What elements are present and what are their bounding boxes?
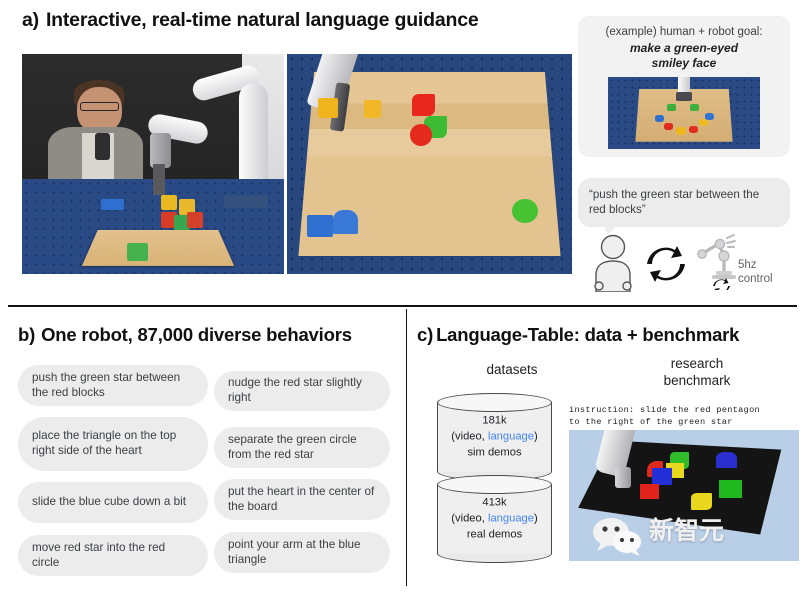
dataset-real-count: 413k <box>482 496 507 509</box>
robot-base <box>223 194 269 208</box>
sim-block-yellow-star <box>690 492 712 510</box>
dataset-sim-kind: sim demos <box>467 447 522 460</box>
dataset-cylinder-real: 413k (video, language) real demos <box>437 475 552 563</box>
example-goal-line1: make a green-eyed <box>629 41 739 55</box>
research-benchmark-line1: research <box>670 356 724 371</box>
benchmark-instruction-text: instruction: slide the red pentagon to t… <box>569 404 799 429</box>
goal-mouth-red-right <box>688 125 698 134</box>
robot-board-topdown-photo <box>287 54 572 274</box>
cylinder-top <box>437 393 552 412</box>
goal-mouth-blue-left <box>655 115 665 123</box>
dataset-sim-text: 181k (video, language) sim demos <box>437 413 552 462</box>
behavior-bubble: separate the green circle from the red s… <box>214 427 390 468</box>
block-yellow-right <box>363 100 382 118</box>
cycle-arrows-icon <box>644 243 688 290</box>
block-yellow <box>160 194 177 211</box>
control-rate-label: 5hz control <box>738 258 773 287</box>
dataset-sim-modalities-suffix: ) <box>534 430 538 443</box>
goal-mouth-blue-right <box>705 113 715 121</box>
section-a-title-text: Interactive, real-time natural language … <box>45 9 479 31</box>
example-goal-line2: smiley face <box>651 56 717 70</box>
control-rate-word: control <box>738 273 773 286</box>
sim-block-blue <box>651 467 673 485</box>
example-goal-prefix: (example) human + robot goal: <box>605 26 763 38</box>
section-a-index: a) <box>22 9 39 31</box>
person-glasses <box>79 102 119 112</box>
dataset-real-text: 413k (video, language) real demos <box>437 495 552 544</box>
block-red-star <box>412 93 436 116</box>
dataset-cylinder-sim: 181k (video, language) sim demos <box>437 393 552 481</box>
behavior-bubble: nudge the red star slightly right <box>214 371 390 411</box>
dataset-real-modalities-suffix: ) <box>534 512 538 525</box>
sim-block-blue-right <box>716 452 737 468</box>
block-blue <box>100 199 125 211</box>
research-benchmark-label: research benchmark <box>602 355 792 390</box>
dataset-sim-language-word: language <box>487 430 534 443</box>
example-goal-card: (example) human + robot goal: make a gre… <box>578 16 790 157</box>
goal-robot-gripper <box>676 92 692 101</box>
block-green-circle <box>512 199 538 224</box>
block-green-2 <box>126 243 148 261</box>
robot-instruction-bubble: “push the green star between the red blo… <box>578 178 790 228</box>
dataset-sim-count: 181k <box>482 414 507 427</box>
block-yellow-left <box>318 98 339 118</box>
behavior-bubble-list: push the green star between the red bloc… <box>0 359 406 599</box>
cylinder-top <box>437 475 552 494</box>
behavior-bubble: slide the blue cube down a bit <box>18 482 208 523</box>
behavior-bubble: put the heart in the center of the board <box>214 479 390 520</box>
section-b-title: b) One robot, 87,000 diverse behaviors <box>18 324 352 346</box>
section-b-index: b) <box>18 324 36 345</box>
sim-block-green-right <box>718 479 742 499</box>
benchmark-instruction-line2: to the right of the green star <box>569 417 733 428</box>
block-red-2 <box>187 212 203 228</box>
research-benchmark-line2: benchmark <box>663 373 731 389</box>
human-robot-tabletop-photo <box>22 54 284 274</box>
benchmark-instruction-line1: instruction: slide the red pentagon <box>569 405 760 415</box>
section-c-title: c) Language-Table: data + benchmark <box>417 324 739 346</box>
human-robot-loop-diagram: 5hz control <box>578 232 790 294</box>
section-c-language-table: c) Language-Table: data + benchmark datas… <box>406 307 805 599</box>
section-b-title-text: One robot, 87,000 diverse behaviors <box>41 324 352 345</box>
dataset-real-modalities-prefix: (video, <box>451 512 488 525</box>
datasets-label: datasets <box>486 362 538 377</box>
robot-gripper <box>153 164 165 195</box>
simulated-robot-benchmark-scene: 新智元 <box>569 430 799 561</box>
behavior-bubble: place the triangle on the top right side… <box>18 417 208 471</box>
sim-block-red-cube <box>640 483 659 500</box>
block-blue-cube <box>306 214 333 237</box>
section-c-title-text: Language-Table: data + benchmark <box>436 324 740 345</box>
section-c-index: c) <box>417 324 434 345</box>
block-blue-triangle <box>332 210 359 235</box>
smiley-face-board-photo <box>608 77 760 149</box>
dataset-sim-modalities-prefix: (video, <box>451 430 488 443</box>
microphone-icon <box>95 133 110 160</box>
control-rate-value: 5hz <box>738 259 757 271</box>
realtime-guidance-info-column: (example) human + robot goal: make a gre… <box>578 16 790 294</box>
goal-eye-green-right <box>690 103 700 111</box>
section-a-title: a) Interactive, real-time natural languag… <box>22 9 479 32</box>
robot-arm-icon <box>694 234 740 295</box>
dataset-real-language-word: language <box>487 512 534 525</box>
dataset-real-kind: real demos <box>466 529 523 542</box>
section-a-realtime-guidance: a) Interactive, real-time natural languag… <box>0 0 805 305</box>
wooden-board <box>82 229 235 266</box>
section-b-diverse-behaviors: b) One robot, 87,000 diverse behaviors pu… <box>0 307 406 599</box>
sim-robot-gripper <box>615 466 632 488</box>
behavior-bubble: move red star into the red circle <box>18 535 208 576</box>
example-goal-text: make a green-eyed smiley face <box>578 41 790 71</box>
behavior-bubble: point your arm at the blue triangle <box>214 532 390 573</box>
goal-eye-green-left <box>667 103 677 111</box>
goal-mouth-red-left <box>664 123 674 131</box>
behavior-bubble: push the green star between the red bloc… <box>18 365 208 406</box>
goal-mouth-yellow <box>676 127 686 135</box>
human-icon <box>592 234 634 297</box>
